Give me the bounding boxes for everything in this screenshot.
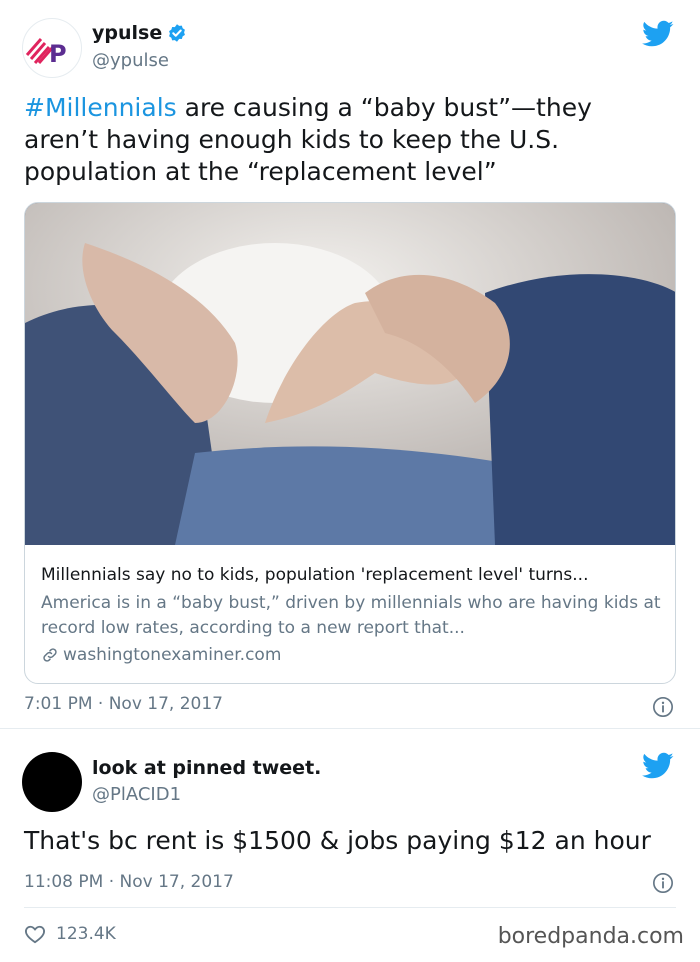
verified-badge-icon <box>169 24 186 42</box>
tweet-timestamp[interactable]: 7:01 PM · Nov 17, 2017 <box>24 694 223 714</box>
card-title: Millennials say no to kids, population '… <box>41 565 589 585</box>
card-domain-label: washingtonexaminer.com <box>63 645 282 665</box>
pregnant-belly-heart-hands-image <box>25 203 675 545</box>
author-name[interactable]: ypulse <box>92 22 187 44</box>
link-icon <box>43 648 57 662</box>
twitter-bird-icon[interactable] <box>642 20 674 48</box>
hashtag-link[interactable]: #Millennials <box>24 93 177 122</box>
info-icon[interactable] <box>652 872 674 894</box>
reply-author-handle[interactable]: @PlACID1 <box>92 784 181 805</box>
reply-avatar[interactable] <box>22 752 82 812</box>
card-domain[interactable]: washingtonexaminer.com <box>41 645 281 665</box>
card-image <box>25 203 675 545</box>
tweet-divider <box>0 728 700 729</box>
reply-timestamp[interactable]: 11:08 PM · Nov 17, 2017 <box>24 872 234 892</box>
like-count: 123.4K <box>56 924 116 944</box>
heart-icon <box>25 925 45 944</box>
ypulse-logo-icon: P <box>25 38 67 68</box>
info-icon[interactable] <box>652 696 674 718</box>
tweet-text: #Millennials are causing a “baby bust”—t… <box>24 92 664 188</box>
card-description: America is in a “baby bust,” driven by m… <box>41 593 661 638</box>
author-name-label: ypulse <box>92 22 163 44</box>
reply-text: That's bc rent is $1500 & jobs paying $1… <box>24 826 651 855</box>
like-button[interactable]: 123.4K <box>24 924 116 944</box>
author-handle[interactable]: @ypulse <box>92 50 169 71</box>
twitter-bird-icon[interactable] <box>642 752 674 780</box>
reply-author-name[interactable]: look at pinned tweet. <box>92 757 321 779</box>
tweet-original: P ypulse @ypulse #Millennials are causin… <box>0 0 700 730</box>
ypulse-avatar[interactable]: P <box>22 18 82 78</box>
boredpanda-watermark: boredpanda.com <box>497 924 684 949</box>
link-card[interactable]: Millennials say no to kids, population '… <box>24 202 676 684</box>
reply-divider <box>24 907 676 908</box>
svg-text:P: P <box>49 40 67 68</box>
